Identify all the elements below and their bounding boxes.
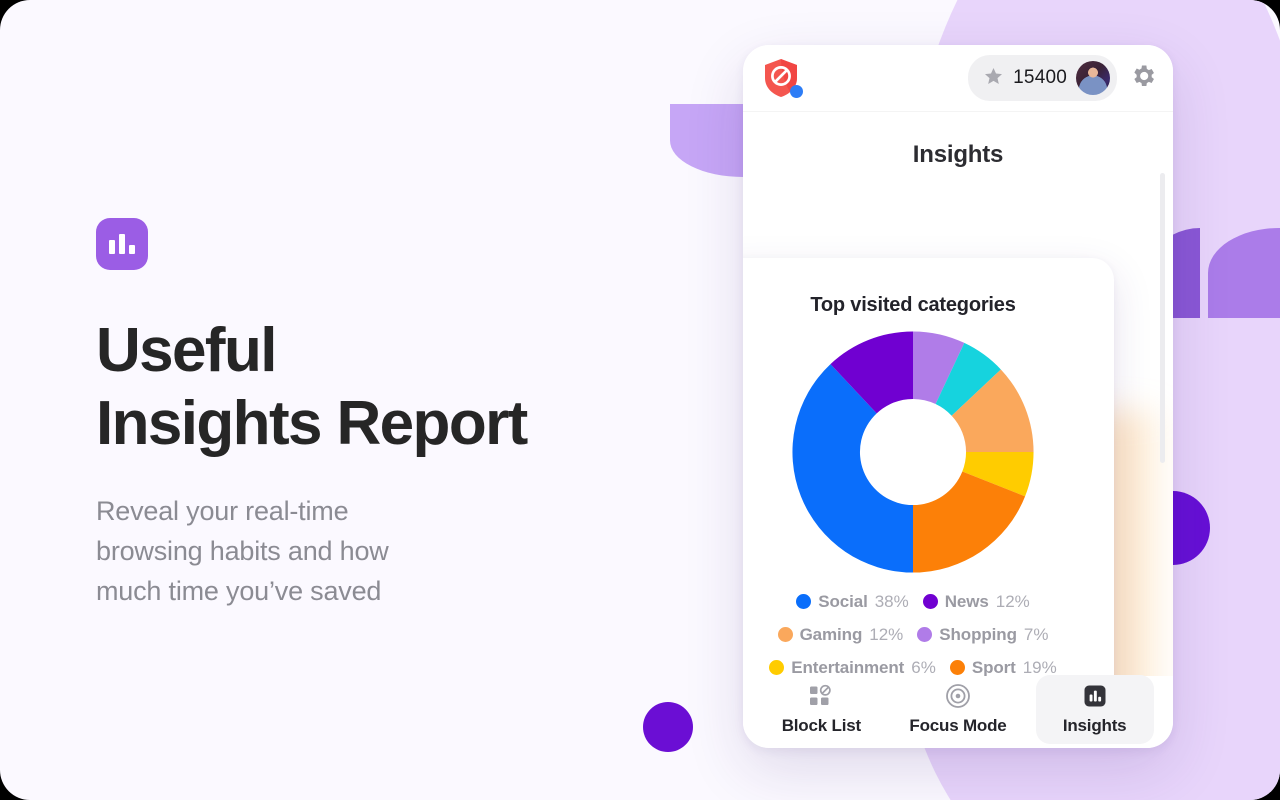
legend-item[interactable]: Shopping 7%: [917, 620, 1048, 649]
page-subtitle: Reveal your real-time browsing habits an…: [96, 496, 389, 606]
legend-color-swatch: [917, 627, 933, 642]
legend-label: Shopping: [939, 624, 1017, 644]
legend-color-swatch: [949, 660, 965, 675]
page-title: Useful Insights Report: [96, 316, 528, 458]
legend-item[interactable]: News 12%: [922, 587, 1030, 616]
donut-chart: [743, 329, 1114, 575]
bottom-navigation: Block List Focus Mode Insights: [743, 674, 1173, 748]
nav-label: Block List: [781, 715, 861, 735]
nav-item-focus-mode[interactable]: Focus Mode: [899, 675, 1017, 744]
bar-chart-icon: [96, 218, 148, 270]
block-list-icon: [808, 684, 834, 708]
gear-icon[interactable]: [1129, 62, 1157, 95]
avatar[interactable]: [1076, 61, 1110, 95]
points-value: 15400: [1013, 67, 1067, 88]
bar-chart-icon: [1083, 684, 1107, 708]
legend-item[interactable]: Gaming 12%: [777, 620, 904, 649]
legend-label: Gaming: [799, 624, 863, 644]
legend-color-swatch: [922, 594, 938, 609]
hero-section: Useful Insights Report Reveal your real-…: [96, 218, 616, 612]
app-screen: Insights Top visited categories Social 38…: [743, 111, 1173, 748]
target-icon: [945, 683, 971, 708]
screen-title: Insights: [912, 141, 1004, 168]
topbar-actions: 15400: [968, 55, 1157, 101]
legend-label: News: [944, 591, 989, 611]
nav-item-block-list[interactable]: Block List: [762, 675, 880, 744]
legend-percent: 12%: [995, 591, 1030, 611]
phone-mockup: 15400 Insights Top visited categories So…: [743, 45, 1173, 748]
star-icon: [983, 66, 1004, 91]
legend-color-swatch: [769, 660, 785, 675]
legend-percent: 7%: [1023, 624, 1049, 644]
nav-label: Focus Mode: [909, 715, 1007, 735]
screen-scrollbar[interactable]: [1160, 173, 1165, 463]
legend-percent: 12%: [869, 624, 904, 644]
legend-percent: 38%: [874, 591, 909, 611]
app-topbar: 15400: [743, 45, 1173, 111]
status-dot: [790, 85, 803, 98]
legend-label: Social: [818, 591, 868, 611]
nav-item-insights[interactable]: Insights: [1035, 674, 1154, 744]
background-circle-small: [643, 702, 693, 752]
promo-canvas: Useful Insights Report Reveal your real-…: [0, 0, 1280, 800]
points-pill[interactable]: 15400: [968, 55, 1117, 101]
card-title: Top visited categories: [810, 294, 1016, 316]
insights-card: Top visited categories Social 38% News 12% G…: [743, 258, 1114, 734]
legend-color-swatch: [796, 594, 812, 609]
legend-color-swatch: [777, 627, 793, 642]
shield-block-icon[interactable]: [761, 57, 803, 99]
nav-label: Insights: [1062, 715, 1127, 735]
legend-item[interactable]: Social 38%: [796, 587, 909, 616]
